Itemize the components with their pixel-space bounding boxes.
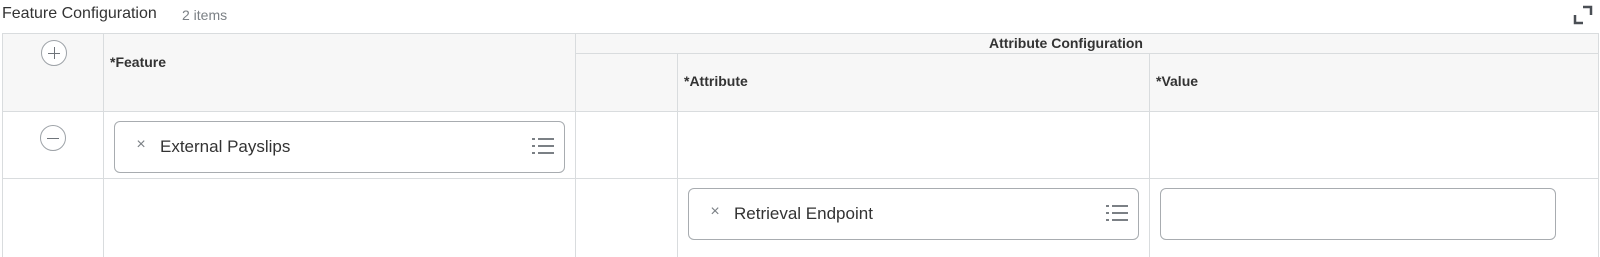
column-header-feature: *Feature <box>110 54 167 70</box>
clear-icon[interactable]: × <box>133 136 149 154</box>
minus-circle-icon <box>47 138 59 139</box>
list-icon[interactable] <box>1106 204 1128 222</box>
grid-header: Feature Configuration 2 items <box>0 0 1600 32</box>
attribute-prompt[interactable]: × Retrieval Endpoint <box>688 188 1139 240</box>
clear-icon[interactable]: × <box>707 203 723 221</box>
column-header-attribute: *Attribute <box>684 73 748 89</box>
column-group-attribute-configuration: Attribute Configuration <box>989 35 1143 51</box>
list-icon[interactable] <box>532 137 554 155</box>
column-header-value: *Value <box>1156 73 1199 89</box>
expand-icon[interactable] <box>1572 4 1594 26</box>
feature-prompt[interactable]: × External Payslips <box>114 121 565 173</box>
feature-value: External Payslips <box>160 137 291 156</box>
add-row-button[interactable] <box>41 40 67 66</box>
item-count: 2 items <box>182 7 228 23</box>
grid-title: Feature Configuration <box>2 5 157 22</box>
feature-configuration-grid: *Feature Attribute Configuration *Attrib… <box>2 33 1599 257</box>
attribute-value: Retrieval Endpoint <box>734 204 873 223</box>
remove-row-button[interactable] <box>40 125 66 151</box>
value-input[interactable] <box>1160 188 1556 240</box>
header-row <box>3 34 1598 112</box>
